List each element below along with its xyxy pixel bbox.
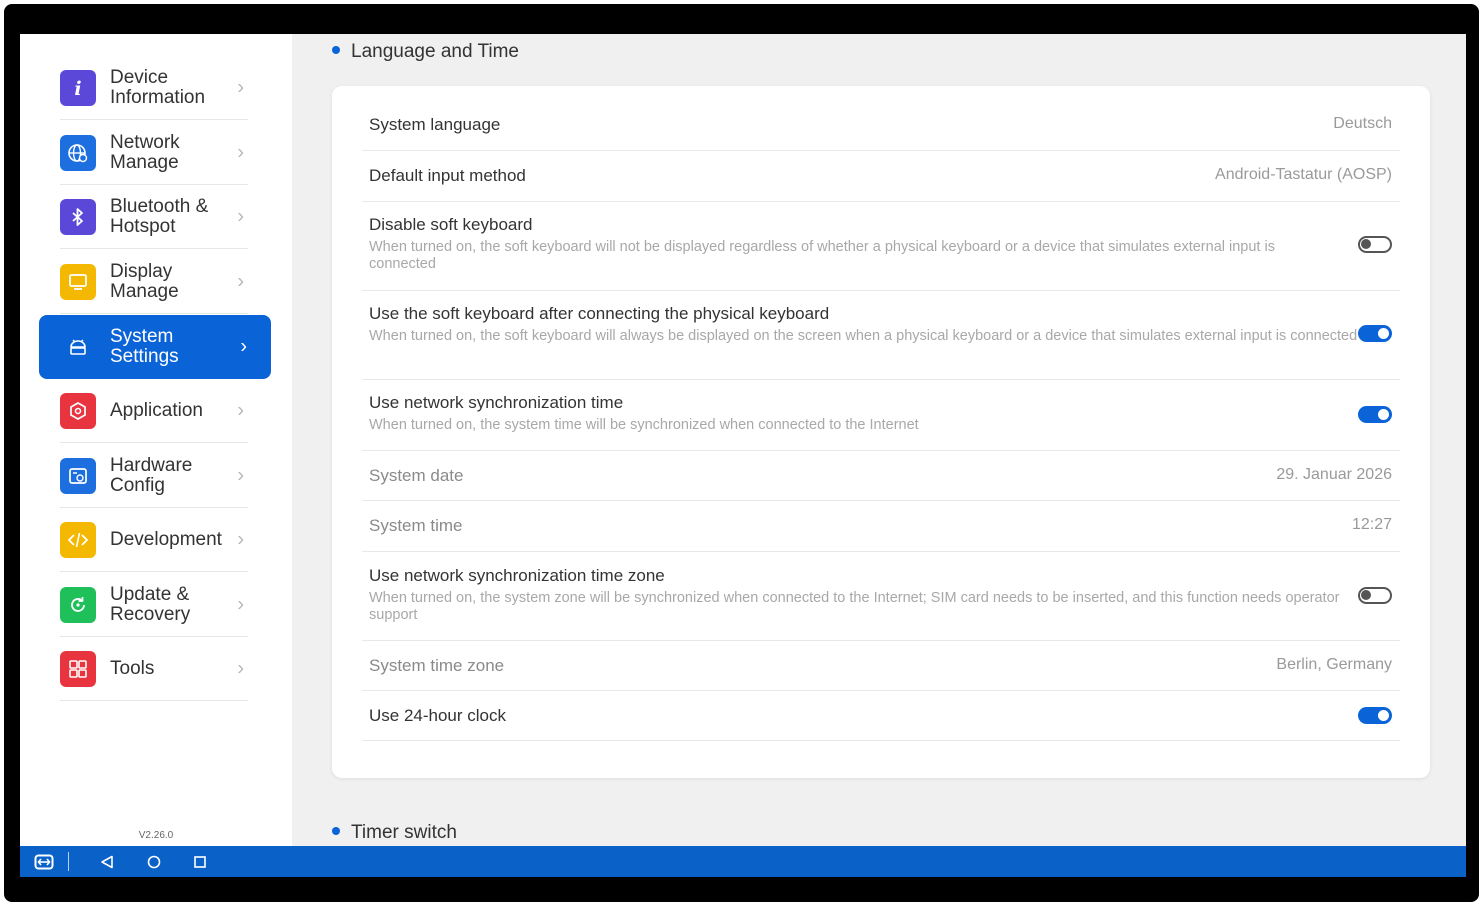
- chevron-right-icon: ›: [237, 528, 244, 550]
- setting-title: System time: [369, 516, 463, 535]
- chevron-right-icon: ›: [237, 593, 244, 615]
- android-icon: [60, 329, 96, 365]
- setting-use-soft-keyboard[interactable]: Use the soft keyboard after connecting t…: [362, 291, 1400, 380]
- hardware-icon: [60, 457, 96, 494]
- sidebar-item-system-settings[interactable]: System Settings ›: [39, 315, 271, 379]
- setting-value: 29. Januar 2026: [1276, 466, 1392, 483]
- setting-title: Use network synchronization time: [369, 393, 624, 412]
- setting-description: When turned on, the soft keyboard will n…: [369, 239, 1275, 272]
- code-icon: [60, 521, 96, 558]
- setting-system-language[interactable]: System language Deutsch: [362, 86, 1400, 151]
- back-icon[interactable]: [97, 846, 117, 877]
- setting-disable-soft-keyboard[interactable]: Disable soft keyboard When turned on, th…: [362, 202, 1400, 291]
- chevron-right-icon: ›: [237, 270, 244, 292]
- sidebar-item-display-manage[interactable]: Display Manage ›: [60, 250, 248, 314]
- recents-icon[interactable]: [190, 846, 210, 877]
- section-title-text: Timer switch: [351, 822, 457, 843]
- chevron-right-icon: ›: [237, 205, 244, 227]
- setting-title: Disable soft keyboard: [369, 215, 533, 234]
- setting-system-time-zone[interactable]: System time zone Berlin, Germany: [362, 641, 1400, 691]
- sidebar-item-label: System Settings: [110, 326, 179, 367]
- setting-system-time[interactable]: System time 12:27: [362, 501, 1400, 552]
- setting-title: Use network synchronization time zone: [369, 566, 665, 585]
- section-title-timer-switch: Timer switch: [332, 822, 457, 844]
- setting-title: Use 24-hour clock: [369, 706, 507, 725]
- settings-card: System language Deutsch Default input me…: [332, 86, 1430, 778]
- screen-share-icon[interactable]: [32, 846, 56, 877]
- sidebar-item-tools[interactable]: Tools ›: [60, 637, 248, 701]
- sidebar-item-label: Device Information: [110, 66, 206, 108]
- sidebar-item-label: Application: [110, 399, 203, 421]
- sidebar-item-label: Bluetooth & Hotspot: [110, 195, 209, 237]
- screen: i Device Information › Network Manage › …: [20, 34, 1466, 877]
- chevron-right-icon: ›: [237, 399, 244, 421]
- setting-title: System time zone: [369, 656, 505, 675]
- sidebar-item-hardware-config[interactable]: Hardware Config ›: [60, 444, 248, 508]
- grid-icon: [60, 650, 96, 687]
- bullet-dot: [332, 45, 340, 54]
- chevron-right-icon: ›: [237, 657, 244, 679]
- setting-title: System language: [369, 115, 501, 134]
- version-label: V2.26.0: [138, 830, 174, 841]
- sidebar-item-development[interactable]: Development ›: [60, 508, 248, 572]
- section-title-language-time: Language and Time: [332, 41, 519, 63]
- navbar-divider: [68, 852, 69, 871]
- setting-24-hour-clock[interactable]: Use 24-hour clock: [362, 691, 1400, 741]
- chevron-right-icon: ›: [237, 464, 244, 486]
- toggle-disable-soft-keyboard[interactable]: [1358, 236, 1392, 253]
- toggle-use-soft-keyboard[interactable]: [1358, 325, 1392, 342]
- refresh-icon: [60, 586, 96, 623]
- sidebar-item-label: Network Manage: [110, 131, 180, 173]
- setting-value: 12:27: [1351, 516, 1392, 533]
- sidebar-item-label: Hardware Config: [110, 454, 193, 496]
- system-navigation-bar: [20, 846, 1466, 877]
- chevron-right-icon: ›: [237, 141, 244, 163]
- display-icon: [60, 263, 96, 300]
- bullet-dot: [332, 826, 340, 835]
- app-package-icon: [60, 392, 96, 429]
- sidebar-item-label: Display Manage: [110, 260, 179, 302]
- setting-default-input-method[interactable]: Default input method Android-Tastatur (A…: [362, 151, 1400, 202]
- setting-description: When turned on, the system time will be …: [369, 417, 919, 433]
- sidebar-item-application[interactable]: Application ›: [60, 379, 248, 443]
- svg-text:i: i: [74, 78, 81, 99]
- sidebar: i Device Information › Network Manage › …: [20, 34, 292, 846]
- toggle-24-hour-clock[interactable]: [1358, 707, 1392, 724]
- setting-description: When turned on, the soft keyboard will a…: [369, 328, 1358, 344]
- setting-title: System date: [369, 466, 464, 485]
- setting-description: When turned on, the system zone will be …: [369, 590, 1340, 623]
- chevron-right-icon: ›: [240, 335, 247, 358]
- setting-title: Use the soft keyboard after connecting t…: [369, 304, 830, 323]
- toggle-network-sync-time[interactable]: [1358, 406, 1392, 423]
- sidebar-item-label: Tools: [110, 657, 155, 679]
- setting-network-sync-time[interactable]: Use network synchronization time When tu…: [362, 380, 1400, 451]
- setting-title: Default input method: [369, 166, 526, 185]
- sidebar-item-device-information[interactable]: i Device Information ›: [60, 56, 248, 120]
- sidebar-item-label: Update & Recovery: [110, 583, 191, 625]
- home-icon[interactable]: [144, 846, 164, 877]
- sidebar-item-update-recovery[interactable]: Update & Recovery ›: [60, 573, 248, 637]
- setting-network-sync-time-zone[interactable]: Use network synchronization time zone Wh…: [362, 552, 1400, 641]
- sidebar-item-network-manage[interactable]: Network Manage ›: [60, 121, 248, 185]
- setting-value: Berlin, Germany: [1276, 656, 1392, 673]
- sidebar-item-bluetooth-hotspot[interactable]: Bluetooth & Hotspot ›: [60, 185, 248, 249]
- toggle-network-sync-time-zone[interactable]: [1358, 587, 1392, 604]
- bluetooth-icon: [60, 198, 96, 235]
- setting-value: Deutsch: [1333, 115, 1392, 132]
- section-title-text: Language and Time: [351, 41, 519, 62]
- setting-system-date[interactable]: System date 29. Januar 2026: [362, 451, 1400, 501]
- sidebar-item-label: Development: [110, 528, 222, 550]
- globe-icon: [60, 134, 96, 171]
- setting-value: Android-Tastatur (AOSP): [1215, 166, 1392, 183]
- info-icon: i: [60, 69, 96, 106]
- chevron-right-icon: ›: [237, 76, 244, 98]
